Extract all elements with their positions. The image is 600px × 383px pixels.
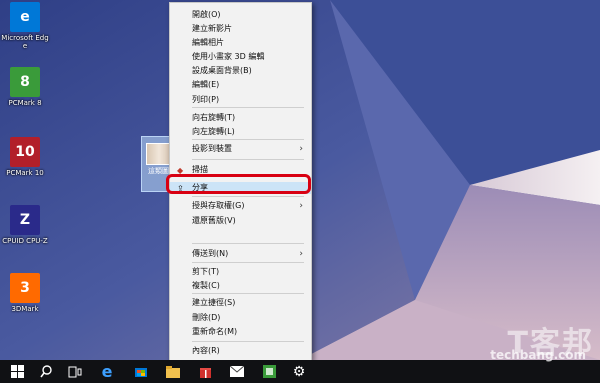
submenu-arrow-icon: ›: [299, 144, 303, 154]
search-icon[interactable]: [35, 360, 57, 383]
desktop-icon[interactable]: 10 PCMark 10: [0, 137, 50, 177]
menu-item-label: 設成桌面背景(B): [192, 66, 252, 75]
menu-item[interactable]: 建立捷徑(S): [170, 297, 311, 309]
menu-item[interactable]: 向左旋轉(L): [170, 126, 311, 138]
submenu-arrow-icon: ›: [299, 201, 303, 211]
desktop-icon-label: 3DMark: [11, 305, 39, 313]
menu-item[interactable]: 投影到裝置 ›: [170, 143, 311, 155]
menu-item[interactable]: 開啟(O): [170, 9, 311, 21]
menu-item-label: 向右旋轉(T): [192, 113, 236, 122]
menu-separator: [192, 107, 304, 108]
menu-item[interactable]: 重新命名(M): [170, 326, 311, 338]
menu-separator: [192, 243, 304, 244]
watermark-url: techbang.com: [490, 348, 586, 362]
start-icon[interactable]: [6, 360, 28, 383]
menu-item[interactable]: 列印(P): [170, 94, 311, 106]
menu-item-label: 重新命名(M): [192, 327, 238, 336]
menu-separator: [192, 139, 304, 140]
menu-separator: [192, 293, 304, 294]
menu-item[interactable]: 建立新影片: [170, 23, 311, 35]
explorer-icon[interactable]: [162, 360, 184, 383]
menu-item[interactable]: 使用小畫家 3D 編輯: [170, 51, 311, 63]
menu-item-label: 編輯(E): [192, 80, 220, 89]
mail-icon[interactable]: [226, 360, 248, 383]
menu-item[interactable]: 編輯(E): [170, 79, 311, 91]
menu-item-label: 列印(P): [192, 95, 220, 104]
app-icon[interactable]: [258, 360, 280, 383]
menu-item[interactable]: 向右旋轉(T): [170, 112, 311, 124]
menu-item-label: 建立捷徑(S): [192, 298, 236, 307]
menu-item[interactable]: 傳送到(N) ›: [170, 248, 311, 260]
desktop-icon[interactable]: 3 3DMark: [0, 273, 50, 313]
menu-item[interactable]: 編輯相片: [170, 37, 311, 49]
settings-icon[interactable]: ⚙: [288, 360, 310, 383]
menu-item[interactable]: 設成桌面背景(B): [170, 65, 311, 77]
menu-item[interactable]: 刪除(D): [170, 312, 311, 324]
menu-item[interactable]: 授與存取權(G) ›: [170, 200, 311, 212]
app-icon: 3: [10, 273, 40, 303]
desktop-icon[interactable]: 8 PCMark 8: [0, 67, 50, 107]
app-icon: e: [10, 2, 40, 32]
menu-item-label: 授與存取權(G): [192, 201, 245, 210]
app-icon: 10: [10, 137, 40, 167]
desktop-icon-label: PCMark 8: [8, 99, 42, 107]
menu-item[interactable]: 內容(R): [170, 345, 311, 357]
menu-separator: [192, 159, 304, 160]
app-icon: Z: [10, 205, 40, 235]
menu-item-label: 還原舊版(V): [192, 216, 236, 225]
desktop-icon-label: CPUID CPU-Z: [2, 237, 48, 245]
menu-separator: [192, 196, 304, 197]
menu-item-label: 開啟(O): [192, 10, 221, 19]
taskbar: e ⚙: [0, 360, 600, 383]
menu-item-label: 投影到裝置: [192, 144, 232, 153]
menu-item-label: 編輯相片: [192, 38, 224, 47]
desktop-icon[interactable]: e Microsoft Edge: [0, 2, 50, 50]
menu-separator: [192, 262, 304, 263]
menu-item-label: 使用小畫家 3D 編輯: [192, 52, 265, 61]
menu-item[interactable]: 複製(C): [170, 280, 311, 292]
menu-item-label: 傳送到(N): [192, 249, 229, 258]
menu-item-label: 向左旋轉(L): [192, 127, 235, 136]
menu-item[interactable]: 剪下(T): [170, 266, 311, 278]
menu-item-label: 掃描: [192, 165, 208, 174]
desktop-icon-label: Microsoft Edge: [1, 34, 49, 50]
menu-item[interactable]: 還原舊版(V): [170, 215, 311, 227]
gift-icon[interactable]: [194, 360, 216, 383]
menu-item-label: 建立新影片: [192, 24, 232, 33]
menu-separator: [192, 341, 304, 342]
menu-item-label: 複製(C): [192, 281, 220, 290]
desktop-icon[interactable]: Z CPUID CPU-Z: [0, 205, 50, 245]
menu-item-label: 剪下(T): [192, 267, 220, 276]
submenu-arrow-icon: ›: [299, 249, 303, 259]
task-view-icon[interactable]: [64, 360, 86, 383]
menu-item-label: 內容(R): [192, 346, 220, 355]
menu-item-label: 刪除(D): [192, 313, 221, 322]
share-highlight-annotation: [166, 174, 311, 194]
app-icon: 8: [10, 67, 40, 97]
desktop-icon-label: PCMark 10: [6, 169, 44, 177]
store-icon[interactable]: [130, 360, 152, 383]
edge-icon[interactable]: e: [96, 360, 118, 383]
